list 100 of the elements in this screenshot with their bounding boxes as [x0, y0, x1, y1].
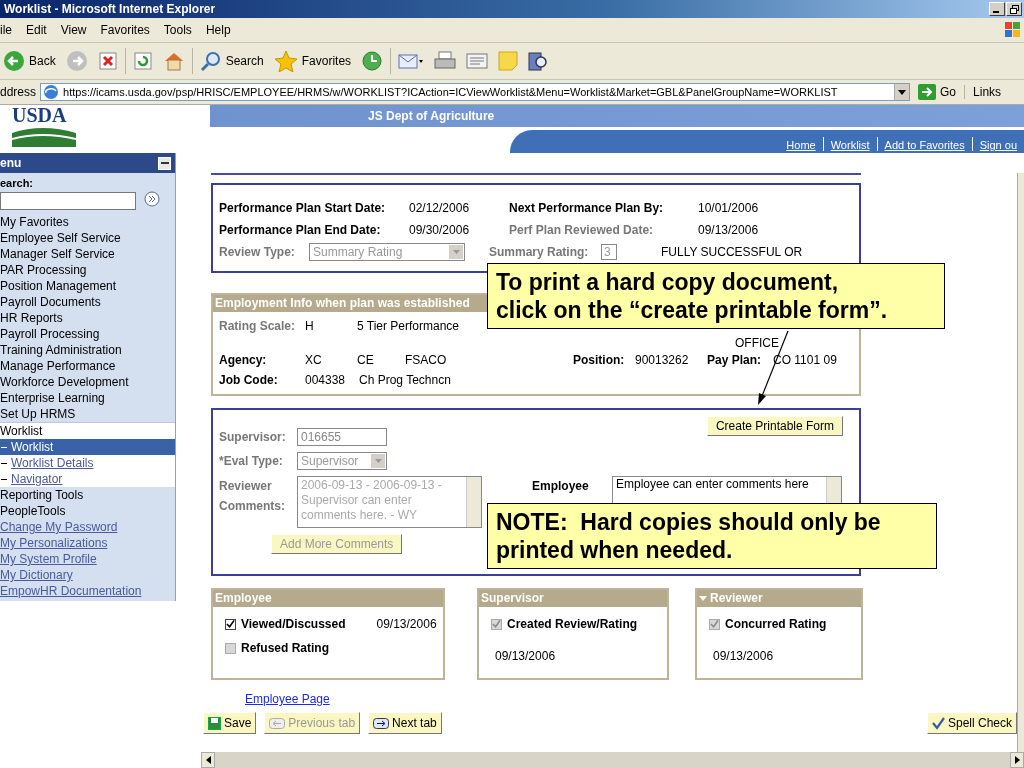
- document-icon: [466, 51, 489, 71]
- menu-item[interactable]: Training Administration: [0, 342, 175, 358]
- collapse-button[interactable]: [158, 156, 171, 170]
- menu-link[interactable]: My Dictionary: [0, 567, 175, 583]
- menu-item[interactable]: ile: [0, 23, 20, 37]
- menu-link[interactable]: My System Profile: [0, 551, 175, 567]
- menu-item[interactable]: PAR Processing: [0, 262, 175, 278]
- date-value: 09/13/2006: [712, 649, 775, 663]
- field-value: 09/13/2006: [698, 223, 759, 237]
- address-field[interactable]: https://icams.usda.gov/psp/HRISC/EMPLOYEE/HRMS/w/WORKLIST?ICAction=ICViewWorklist&Menu=Worklist&Market=GBL&PanelGroupName=WORKLIST: [40, 83, 911, 101]
- field-value: 004338: [305, 373, 347, 387]
- checkmark-icon: [931, 716, 945, 730]
- note-icon: [498, 51, 519, 71]
- create-printable-form-button[interactable]: Create Printable Form: [706, 416, 843, 436]
- field-label: Employee: [532, 478, 590, 495]
- mail-icon: [398, 51, 425, 71]
- field-label: Reviewer Comments:: [219, 478, 286, 515]
- favorites-button[interactable]: Favorites: [270, 48, 355, 74]
- horizontal-scrollbar[interactable]: [201, 752, 1024, 768]
- menu-link[interactable]: EmpowHR Documentation: [0, 583, 175, 599]
- menu-item[interactable]: Favorites: [100, 23, 158, 37]
- callout-note: NOTE: Hard copies should only be printed when needed.: [487, 503, 937, 569]
- search-button[interactable]: Search: [196, 48, 267, 74]
- links-label[interactable]: Links: [964, 85, 1002, 99]
- field-label: Agency:: [219, 353, 268, 367]
- menu-item[interactable]: Manage Performance: [0, 358, 175, 374]
- header-link[interactable]: Worklist: [823, 139, 877, 151]
- menu-link[interactable]: Change My Password: [0, 519, 175, 535]
- menu-item[interactable]: Manager Self Service: [0, 246, 175, 262]
- restore-button[interactable]: [1006, 2, 1022, 16]
- collapse-triangle-icon[interactable]: [699, 595, 707, 602]
- menu-item[interactable]: Enterprise Learning: [0, 390, 175, 406]
- refresh-icon: [132, 51, 153, 71]
- header-link[interactable]: Sign ou: [972, 139, 1024, 151]
- vertical-scrollbar[interactable]: [1017, 173, 1024, 752]
- menu-link[interactable]: My Personalizations: [0, 535, 175, 551]
- menu-item[interactable]: Edit: [26, 23, 55, 37]
- search-go-button[interactable]: [144, 191, 160, 210]
- checkbox-label: Viewed/Discussed: [241, 617, 346, 631]
- menu-item[interactable]: HR Reports: [0, 310, 175, 326]
- field-label: Next Performance Plan By:: [509, 201, 665, 215]
- menu-item[interactable]: Help: [205, 23, 239, 37]
- checkbox-label: Refused Rating: [241, 641, 329, 655]
- field-value: H: [305, 319, 315, 333]
- search-label: earch:: [0, 176, 35, 189]
- scroll-left-button[interactable]: [201, 752, 215, 768]
- header-link[interactable]: Home: [779, 139, 823, 151]
- menu-item[interactable]: Set Up HRMS: [0, 406, 175, 422]
- section-header: Supervisor: [479, 590, 667, 607]
- section-header: Employee: [213, 590, 443, 607]
- submenu-item[interactable]: Worklist Details: [0, 455, 175, 471]
- spell-check-button[interactable]: Spell Check: [926, 712, 1017, 734]
- page-icon: [43, 84, 60, 100]
- menu-item[interactable]: Workforce Development: [0, 374, 175, 390]
- menu-item[interactable]: Employee Self Service: [0, 230, 175, 246]
- scroll-right-button[interactable]: [1010, 752, 1024, 768]
- checkbox-label: Concurred Rating: [725, 617, 827, 631]
- field-value: 5 Tier Performance: [357, 319, 460, 333]
- restore-icon: [1009, 4, 1019, 14]
- stop-icon: [97, 51, 118, 71]
- history-icon: [361, 50, 384, 72]
- windows-logo-icon: [1004, 21, 1022, 39]
- field-value: OFFICE: [735, 336, 780, 350]
- field-value: 02/12/2006: [409, 201, 471, 215]
- callout-note: To print a hard copy document, click on the “create printable form”.: [487, 263, 945, 329]
- agency-name: JS Dept of Agriculture: [368, 108, 495, 123]
- date-value: 09/13/2006: [494, 649, 557, 663]
- scrollbar[interactable]: [466, 477, 481, 527]
- menu-item[interactable]: Payroll Documents: [0, 294, 175, 310]
- dash-icon: [1, 462, 7, 464]
- supervisor-field[interactable]: 016655: [297, 428, 387, 446]
- printer-icon: [434, 51, 457, 71]
- field-label: Job Code:: [219, 373, 279, 387]
- field-value: FSACO: [405, 353, 448, 367]
- back-button[interactable]: Back: [0, 48, 59, 74]
- menu-item[interactable]: Payroll Processing: [0, 326, 175, 342]
- scrollbar[interactable]: [826, 477, 841, 505]
- go-button[interactable]: Go: [914, 84, 961, 100]
- menu-item[interactable]: My Favorites: [0, 214, 175, 230]
- menu-item[interactable]: View: [60, 23, 95, 37]
- submenu-item[interactable]: Worklist: [0, 439, 175, 455]
- minimize-button[interactable]: [989, 2, 1005, 16]
- menu-item[interactable]: Position Management: [0, 278, 175, 294]
- search-field[interactable]: [0, 191, 136, 210]
- left-triangle-icon: [205, 756, 211, 764]
- section-header: Reviewer: [697, 590, 861, 607]
- menu-item[interactable]: Reporting Tools: [0, 487, 175, 503]
- menu-item[interactable]: Tools: [163, 23, 200, 37]
- search-icon: [199, 50, 222, 72]
- header-link[interactable]: Add to Favorites: [877, 139, 972, 151]
- menu-item[interactable]: PeopleTools: [0, 503, 175, 519]
- window-title: Worklist - Microsoft Internet Explorer: [4, 2, 217, 16]
- field-value: FULLY SUCCESSFUL OR: [661, 245, 803, 259]
- field-label: Supervisor:: [219, 430, 287, 444]
- next-button[interactable]: Next tab: [368, 712, 442, 734]
- checkbox[interactable]: [225, 618, 236, 630]
- save-button[interactable]: Save: [203, 712, 257, 734]
- submenu-item[interactable]: Navigator: [0, 471, 175, 487]
- employee-page-link[interactable]: Employee Page: [245, 692, 330, 706]
- checkbox-label: Created Review/Rating: [507, 617, 638, 631]
